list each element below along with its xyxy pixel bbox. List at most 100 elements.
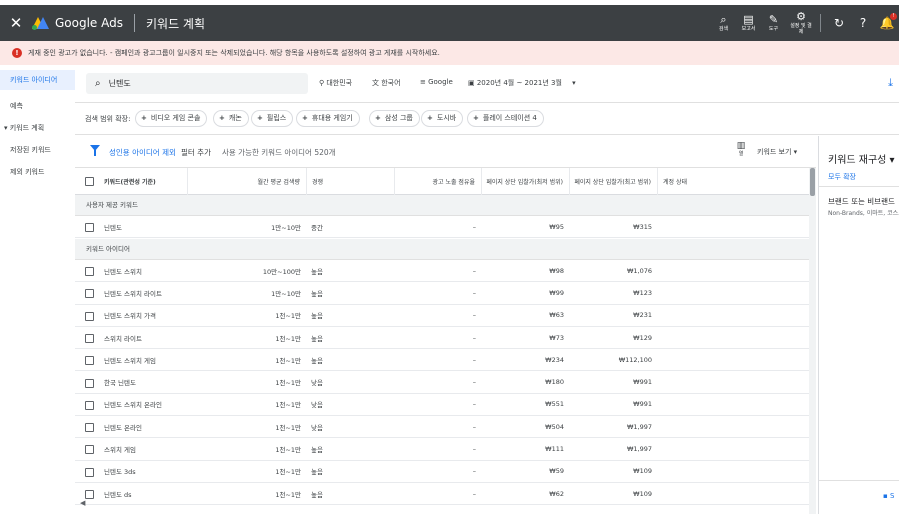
cell-competition: 높음 bbox=[311, 312, 323, 321]
select-all-checkbox[interactable] bbox=[85, 177, 94, 186]
cell-top-bid-low: ₩59 bbox=[549, 467, 564, 476]
table-row[interactable]: 스위치 라이트 1천~1만 높음 – ₩73 ₩129 bbox=[75, 327, 816, 350]
row-checkbox[interactable] bbox=[85, 445, 94, 455]
cell-top-bid-low: ₩111 bbox=[545, 445, 564, 454]
search-tool-button[interactable]: ⌕ 검색 bbox=[711, 14, 736, 33]
cell-avg-searches: 1천~1만 bbox=[275, 490, 301, 499]
keyword-view-label: 키워드 보기 bbox=[757, 148, 792, 156]
table-row[interactable]: 닌텐도 ds 1천~1만 높음 – ₩62 ₩109 bbox=[75, 483, 816, 506]
chip-video-game-console[interactable]: + 비디오 게임 콘솔 bbox=[135, 110, 208, 127]
error-icon: ! bbox=[12, 48, 22, 58]
keyword-view-selector[interactable]: 키워드 보기 ▾ bbox=[757, 147, 797, 157]
cell-competition: 높음 bbox=[311, 267, 323, 276]
panel-divider bbox=[819, 186, 899, 187]
refine-group-subtitle: Non-Brands, 이마트, 코스트코 bbox=[828, 210, 899, 217]
chip-playstation-4[interactable]: + 플레이 스테이션 4 bbox=[467, 110, 544, 127]
row-checkbox[interactable] bbox=[85, 223, 94, 232]
table-row[interactable]: 닌텐도 3ds 1천~1만 높음 – ₩59 ₩109 bbox=[75, 461, 816, 483]
plus-icon: + bbox=[257, 114, 263, 122]
table-row[interactable]: 스위치 게임 1천~1만 높음 – ₩111 ₩1,997 bbox=[75, 438, 816, 461]
table-row[interactable]: 닌텐도 스위치 온라인 1천~1만 낮음 – ₩551 ₩991 bbox=[75, 394, 816, 417]
chip-samsung-group[interactable]: + 삼성 그룹 bbox=[369, 110, 420, 127]
network-selector[interactable]: ≡ Google bbox=[420, 78, 453, 86]
row-checkbox[interactable] bbox=[85, 289, 94, 299]
refine-group-title[interactable]: 브랜드 또는 비브랜드 bbox=[828, 196, 895, 207]
sidebar: 키워드 아이디어 예측 ▾ 키워드 계획 저장된 키워드 제외 키워드 bbox=[0, 65, 75, 514]
cell-competition: 낮음 bbox=[311, 401, 323, 410]
sidebar-item-keyword-ideas[interactable]: 키워드 아이디어 bbox=[0, 70, 75, 90]
download-icon[interactable]: ⤓ bbox=[888, 76, 893, 90]
plus-icon: + bbox=[302, 114, 308, 122]
sidebar-item-forecast[interactable]: 예측 bbox=[0, 96, 75, 116]
cell-avg-searches: 1천~1만 bbox=[275, 356, 301, 365]
table-row[interactable]: 닌텐도 스위치 라이트 1만~10만 높음 – ₩99 ₩123 bbox=[75, 282, 816, 305]
add-filter-button[interactable]: 필터 추가 bbox=[181, 147, 211, 158]
row-checkbox[interactable] bbox=[85, 267, 94, 276]
columns-button[interactable]: ▥ 열 bbox=[736, 142, 746, 158]
toolbar-divider bbox=[820, 14, 821, 32]
help-icon[interactable]: ? bbox=[851, 16, 875, 30]
cell-avg-searches: 1천~1만 bbox=[275, 334, 301, 343]
location-selector[interactable]: ⚲ 대한민국 bbox=[319, 78, 352, 88]
expand-all-link[interactable]: 모두 확장 bbox=[828, 172, 856, 182]
chip-label: 삼성 그룹 bbox=[384, 114, 413, 122]
refresh-icon[interactable]: ↻ bbox=[827, 16, 851, 30]
notifications-icon[interactable]: 🔔 ! bbox=[875, 13, 899, 30]
row-checkbox[interactable] bbox=[85, 356, 94, 366]
reports-tool-button[interactable]: ▤ 보고서 bbox=[736, 13, 761, 33]
cell-avg-searches: 1천~1만 bbox=[275, 468, 301, 477]
chevron-down-icon: ▾ bbox=[793, 148, 798, 156]
cell-top-bid-high: ₩112,100 bbox=[618, 355, 652, 364]
cell-impression-share: – bbox=[472, 445, 476, 454]
header-top-bid-high[interactable]: 페이지 상단 입찰가(최고 범위) bbox=[570, 168, 658, 195]
header-avg-searches[interactable]: 월간 평균 검색량 bbox=[188, 168, 307, 195]
row-checkbox[interactable] bbox=[85, 490, 94, 499]
keyword-refine-panel: 키워드 재구성 ▾ 모두 확장 브랜드 또는 비브랜드 Non-Brands, … bbox=[818, 136, 899, 514]
table-row[interactable]: 한국 닌텐도 1천~1만 낮음 – ₩180 ₩991 bbox=[75, 372, 816, 394]
table-row[interactable]: 닌텐도 1만~10만 중간 – ₩95 ₩315 bbox=[75, 216, 816, 239]
table-row[interactable]: 닌텐도 스위치 게임 1천~1만 높음 – ₩234 ₩112,100 bbox=[75, 349, 816, 372]
sidebar-item-saved-keywords[interactable]: 저장된 키워드 bbox=[0, 140, 75, 160]
table-row[interactable]: 닌텐도 온라인 1천~1만 낮음 – ₩504 ₩1,997 bbox=[75, 416, 816, 439]
cell-avg-searches: 1만~10만 bbox=[271, 223, 301, 232]
filter-icon[interactable] bbox=[90, 145, 100, 156]
reports-icon: ▤ bbox=[743, 13, 754, 26]
table-row[interactable]: 닌텐도 스위치 10만~100만 높음 – ₩98 ₩1,076 bbox=[75, 260, 816, 283]
scroll-left-icon[interactable]: ◀ bbox=[80, 499, 85, 507]
settings-tool-button[interactable]: ⚙ 설정 및 결제 bbox=[786, 11, 816, 36]
row-checkbox[interactable] bbox=[85, 311, 94, 321]
keyword-search-input[interactable]: ⌕ 닌텐도 bbox=[86, 73, 308, 94]
table-header: 키워드(관련성 기준) 월간 평균 검색량 경쟁 광고 노출 점유율 페이지 상… bbox=[75, 168, 816, 195]
chip-canon[interactable]: + 캐논 bbox=[213, 110, 249, 127]
cell-impression-share: – bbox=[472, 222, 476, 231]
scrollbar-thumb[interactable] bbox=[810, 168, 815, 196]
header-keyword[interactable]: 키워드(관련성 기준) bbox=[99, 168, 188, 195]
table-row[interactable]: 닌텐도 스위치 가격 1천~1만 높음 – ₩63 ₩231 bbox=[75, 305, 816, 327]
tools-tool-button[interactable]: ✎ 도구 bbox=[761, 14, 786, 33]
sidebar-item-keyword-plan[interactable]: ▾ 키워드 계획 bbox=[0, 118, 75, 138]
chip-handheld-console[interactable]: + 휴대용 게임기 bbox=[296, 110, 360, 127]
cell-top-bid-low: ₩180 bbox=[545, 378, 564, 387]
row-checkbox[interactable] bbox=[85, 378, 94, 388]
close-icon[interactable]: ✕ bbox=[2, 14, 30, 32]
chip-toshiba[interactable]: + 도시바 bbox=[421, 110, 464, 127]
tools-tool-label: 도구 bbox=[768, 26, 779, 32]
row-checkbox[interactable] bbox=[85, 423, 94, 433]
language-selector[interactable]: 文 한국어 bbox=[372, 78, 401, 88]
header-top-bid-low[interactable]: 페이지 상단 입찰가(최저 범위) bbox=[482, 168, 570, 195]
plus-icon: + bbox=[375, 114, 381, 122]
date-range-selector[interactable]: ▣ 2020년 4월 ~ 2021년 3월 ▾ bbox=[468, 78, 576, 88]
row-checkbox[interactable] bbox=[85, 333, 94, 343]
feedback-button[interactable]: ▪ S bbox=[883, 492, 894, 500]
header-account-status[interactable]: 계정 상태 bbox=[658, 168, 728, 195]
header-impression-share[interactable]: 광고 노출 점유율 bbox=[395, 168, 482, 195]
sidebar-item-negative-keywords[interactable]: 제외 키워드 bbox=[0, 162, 75, 182]
chip-philips[interactable]: + 필립스 bbox=[251, 110, 294, 127]
adult-ideas-filter[interactable]: 성인용 아이디어 제외 bbox=[109, 147, 176, 158]
row-checkbox[interactable] bbox=[85, 467, 94, 477]
header-competition[interactable]: 경쟁 bbox=[307, 168, 395, 195]
network-icon: ≡ bbox=[420, 78, 429, 86]
vertical-scrollbar[interactable] bbox=[809, 168, 816, 514]
row-checkbox[interactable] bbox=[85, 400, 94, 410]
cell-competition: 낮음 bbox=[311, 379, 323, 388]
